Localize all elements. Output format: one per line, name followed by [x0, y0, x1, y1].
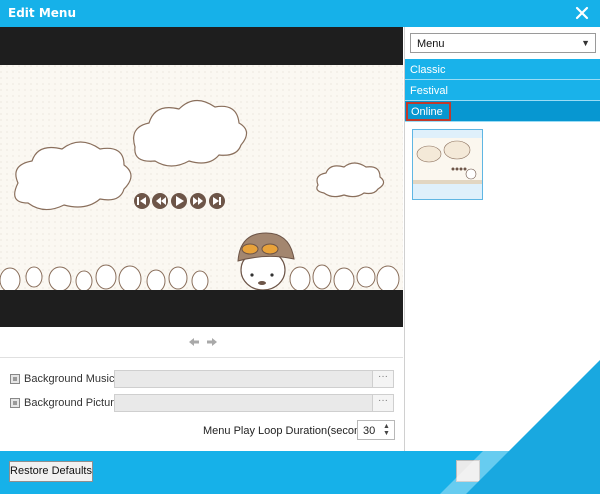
title-bar: Edit Menu	[0, 0, 600, 27]
background-picture-checkbox[interactable]	[10, 398, 20, 408]
background-picture-label: Background Picture:	[24, 397, 124, 409]
menu-preview	[0, 27, 403, 327]
selection-highlight: Online	[406, 102, 451, 121]
loop-duration-label: Menu Play Loop Duration(seconds):	[203, 425, 379, 437]
menu-background-scene	[0, 65, 403, 290]
loop-duration-value[interactable]: 30	[363, 425, 375, 437]
preview-panel: Background Music: ··· Background Picture…	[0, 27, 405, 451]
chevron-down-icon: ▼	[581, 38, 590, 48]
stepper-up-icon[interactable]: ▲	[383, 423, 391, 430]
template-thumbnail[interactable]	[412, 129, 483, 200]
background-music-browse-button[interactable]: ···	[372, 370, 394, 388]
template-category-online[interactable]: Online	[405, 101, 600, 122]
template-category-classic[interactable]: Classic	[405, 59, 600, 80]
close-icon[interactable]	[574, 5, 590, 21]
template-category-label: Festival	[410, 85, 448, 97]
restore-defaults-button[interactable]: Restore Defaults	[9, 461, 93, 482]
window-title: Edit Menu	[8, 6, 76, 20]
template-category-label: Classic	[410, 64, 446, 76]
nav-arrows	[189, 338, 217, 346]
divider	[0, 357, 403, 358]
background-music-label: Background Music:	[24, 373, 118, 385]
thumbnail-image	[413, 138, 482, 184]
loop-duration-stepper[interactable]: 30 ▲ ▼	[357, 420, 395, 440]
background-music-checkbox[interactable]	[10, 374, 20, 384]
scene-illustration	[0, 65, 403, 290]
menu-type-value: Menu	[417, 38, 445, 50]
template-category-label: Online	[411, 106, 443, 118]
stepper-down-icon[interactable]: ▼	[383, 430, 391, 437]
arrow-left-icon[interactable]	[189, 338, 199, 346]
background-music-path-field[interactable]	[114, 370, 374, 388]
template-category-festival[interactable]: Festival	[405, 80, 600, 101]
footer-button-partial[interactable]	[456, 460, 480, 482]
menu-type-dropdown[interactable]: Menu ▼	[410, 33, 596, 53]
footer-bar: Restore Defaults	[0, 451, 600, 494]
arrow-right-icon[interactable]	[207, 338, 217, 346]
background-picture-browse-button[interactable]: ···	[372, 394, 394, 412]
background-picture-path-field[interactable]	[114, 394, 374, 412]
